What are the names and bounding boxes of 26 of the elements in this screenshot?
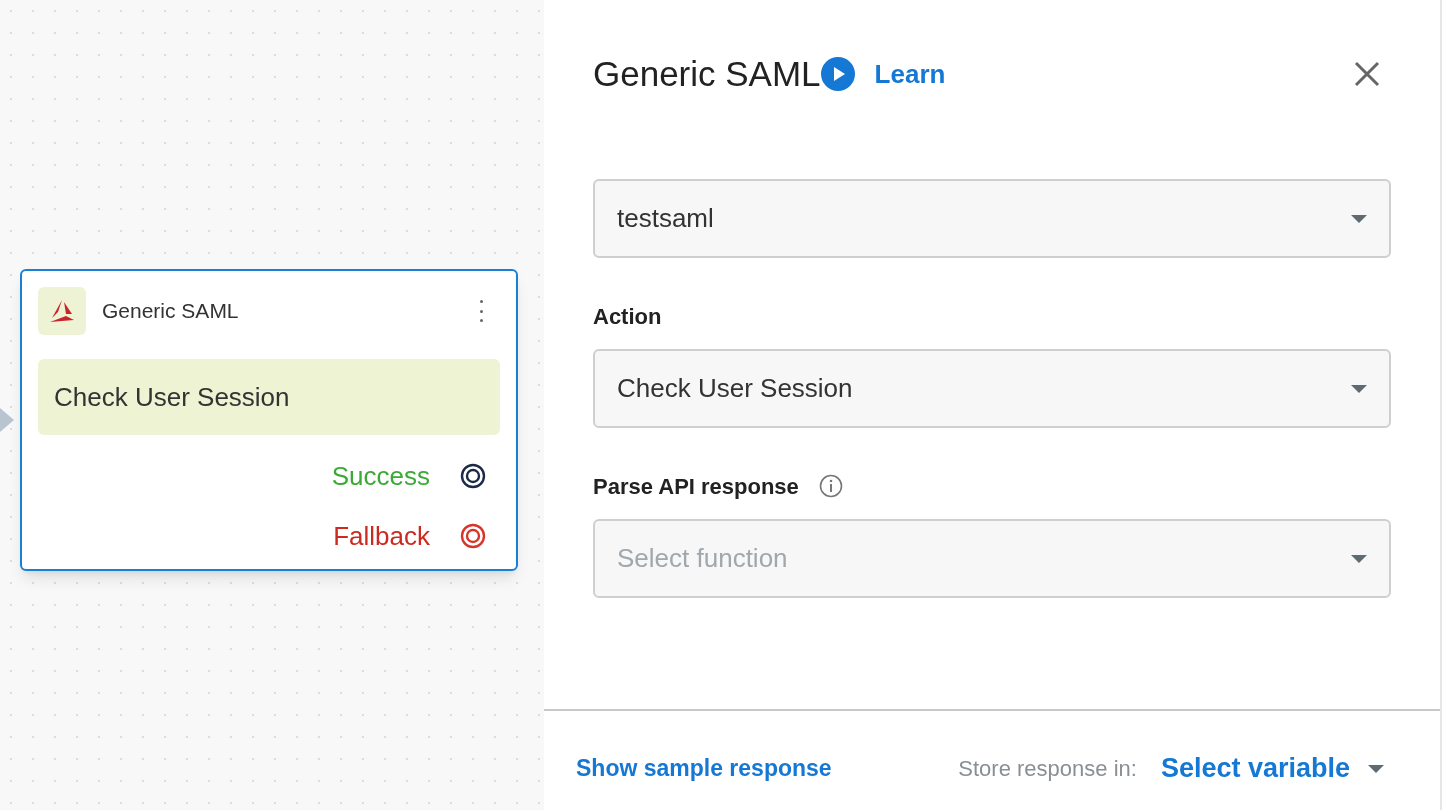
output-port-icon[interactable] [460,463,486,489]
caret-icon [1351,214,1367,223]
store-response-label: Store response in: [958,755,1137,783]
caret-icon [1368,764,1384,773]
panel-title: Generic SAML [593,52,821,95]
play-icon[interactable] [820,57,855,91]
info-icon[interactable] [818,474,843,498]
field-label: Parse API response [593,472,799,501]
dropdown-field[interactable]: Check User Session [593,349,1391,428]
connector-arrow-icon [0,408,14,432]
close-icon[interactable] [1354,61,1380,87]
output-label: Fallback [333,519,430,553]
output-label: Success [331,459,430,493]
caret-icon [1351,384,1367,393]
dropdown-field[interactable]: testsaml [593,179,1391,258]
learn-link[interactable]: Learn [874,54,946,94]
app-logo-icon [38,287,86,335]
show-sample-response-link[interactable]: Show sample response [576,751,832,786]
more-options-icon[interactable] [478,300,484,322]
caret-icon [1351,554,1367,563]
action-label: Check User Session [38,359,500,435]
variable-select[interactable]: Select variable [1160,748,1384,789]
node-title: Generic SAML [102,298,239,325]
field-label: Action [593,302,662,331]
node-card[interactable]: Generic SAML Check User Session Success Fallback [20,269,518,571]
dropdown-field[interactable]: Select function [593,519,1391,598]
